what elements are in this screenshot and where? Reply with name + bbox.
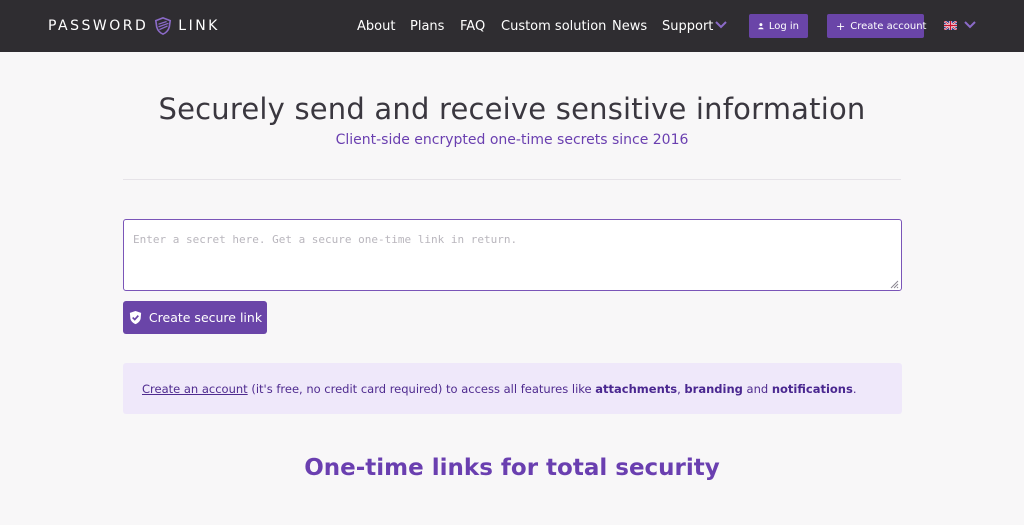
nav-news[interactable]: News	[612, 19, 647, 34]
feature-notifications: notifications	[771, 382, 853, 396]
language-chevron-down-icon[interactable]	[964, 21, 976, 29]
hero-subtitle: Client-side encrypted one-time secrets s…	[335, 132, 689, 148]
nav-custom-solution[interactable]: Custom solution	[501, 19, 606, 34]
info-end: .	[852, 382, 857, 396]
info-sep-2: and	[742, 382, 772, 396]
nav-faq[interactable]: FAQ	[460, 19, 485, 34]
nav-plans[interactable]: Plans	[410, 19, 444, 34]
login-label: Log in	[768, 20, 799, 32]
secret-input[interactable]	[123, 219, 902, 291]
divider	[123, 179, 901, 180]
create-secure-link-label: Create secure link	[148, 310, 263, 325]
info-banner: Create an account (it's free, no credit …	[123, 363, 902, 414]
plus-icon: +	[836, 19, 846, 33]
uk-flag-icon[interactable]	[944, 21, 957, 30]
navbar: PASSWORD LINK About Plans FAQ Custom sol…	[0, 0, 1024, 52]
create-secure-link-button[interactable]: Create secure link	[123, 301, 267, 334]
feature-attachments: attachments	[595, 382, 678, 396]
feature-branding: branding	[684, 382, 743, 396]
support-chevron-down-icon[interactable]	[715, 21, 727, 29]
info-text: (it's free, no credit card required) to …	[247, 382, 596, 396]
nav-about[interactable]: About	[357, 19, 395, 34]
shield-check-icon	[129, 310, 142, 325]
hero-title: Securely send and receive sensitive info…	[158, 92, 866, 126]
create-account-link[interactable]: Create an account	[142, 382, 248, 396]
brand-text-left: PASSWORD	[48, 18, 149, 34]
user-icon	[758, 23, 764, 30]
resize-grip-icon[interactable]	[889, 279, 899, 289]
section-title: One-time links for total security	[304, 455, 720, 481]
brand-text-right: LINK	[178, 18, 220, 34]
brand-logo[interactable]: PASSWORD LINK	[48, 17, 220, 35]
nav-support[interactable]: Support	[662, 19, 713, 34]
shield-logo-icon	[155, 17, 172, 35]
create-account-button[interactable]: + Create account	[827, 14, 927, 38]
login-button[interactable]: Log in	[749, 14, 808, 38]
create-account-label: Create account	[850, 20, 927, 32]
